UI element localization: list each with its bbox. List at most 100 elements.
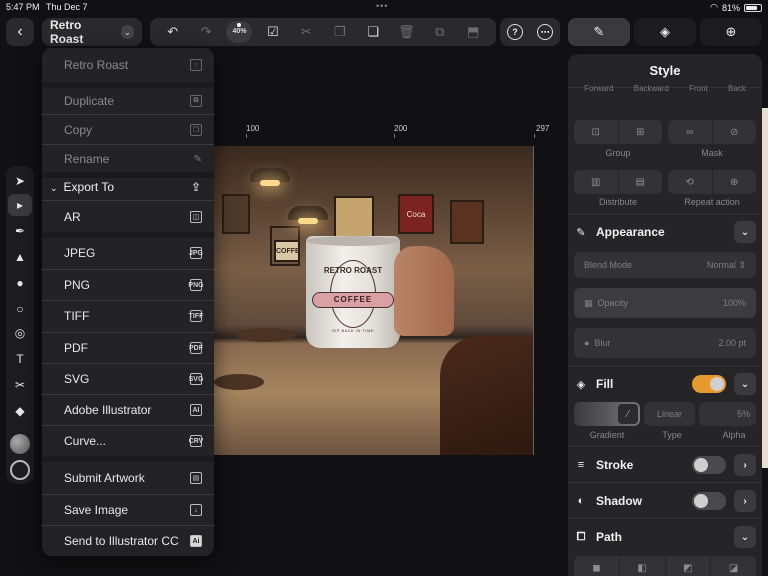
- path-union-icon[interactable]: ◼: [574, 556, 620, 576]
- chevron-down-icon[interactable]: ⌄: [734, 526, 756, 548]
- shadow-title: Shadow: [596, 494, 643, 508]
- blur-slider[interactable]: ● Blur 2.00 pt: [574, 328, 756, 358]
- menu-item-duplicate[interactable]: Duplicate ⧉: [42, 88, 214, 114]
- pen-icon[interactable]: ✒: [8, 220, 32, 242]
- copy-icon[interactable]: ❐: [327, 24, 353, 40]
- gradient-swatch[interactable]: ⁄: [574, 402, 640, 426]
- help-icon[interactable]: ?: [507, 24, 523, 40]
- export-format-curve[interactable]: Curve... CRV: [42, 428, 214, 454]
- fill-toggle[interactable]: [692, 375, 726, 393]
- distribute-vertical-icon[interactable]: ▥: [574, 170, 619, 194]
- document-title: Retro Roast: [50, 18, 84, 46]
- duplicate-icon[interactable]: ⧉: [427, 24, 453, 40]
- stroke-section[interactable]: ≡ Stroke ›: [574, 453, 756, 477]
- stroke-color-swatch[interactable]: [10, 460, 30, 480]
- lasso-icon[interactable]: ◎: [8, 322, 32, 344]
- add-tab[interactable]: ⊕: [700, 18, 762, 46]
- menu-export-header[interactable]: ⌄ Export To ⇪: [42, 174, 214, 200]
- back-button[interactable]: ‹: [6, 18, 34, 46]
- select-check-icon[interactable]: ☑: [260, 24, 286, 40]
- chevron-right-icon[interactable]: ›: [734, 454, 756, 476]
- document-menu-button[interactable]: Retro Roast ⌄: [42, 18, 142, 46]
- distribute-label: Distribute: [598, 197, 637, 207]
- path-exclude-icon[interactable]: ◪: [711, 556, 756, 576]
- menu-item-title[interactable]: Retro Roast ↑: [42, 50, 214, 80]
- menu-item-save-image[interactable]: Save Image ↓: [42, 497, 214, 523]
- plus-icon: ⊕: [725, 24, 737, 39]
- panel-divider: [568, 482, 762, 483]
- more-icon[interactable]: ⋯: [537, 24, 553, 40]
- fill-alpha-field[interactable]: 5%: [699, 402, 756, 426]
- export-format-illustrator[interactable]: Adobe Illustrator AI: [42, 397, 214, 423]
- group-icon[interactable]: ⊡: [574, 120, 619, 144]
- undo-icon[interactable]: ↶: [160, 24, 186, 40]
- export-format-jpeg[interactable]: JPEG JPG: [42, 240, 214, 266]
- appearance-section[interactable]: ✎ Appearance ⌄: [574, 220, 756, 244]
- style-tab[interactable]: ✎: [568, 18, 630, 46]
- opacity-slider[interactable]: ▦ Opacity 100%: [574, 288, 756, 318]
- artboard-canvas[interactable]: Coca Cola COFFE RETRO ROAST COFFEE SIP B…: [214, 146, 534, 455]
- top-toolbar: ‹ Retro Roast ⌄ ↶ ↷ 40% ☑ ✂ ❐ ❏ 🗑 ⧉ ⬒ ? …: [0, 14, 768, 50]
- ungroup-icon[interactable]: ⊞: [619, 120, 663, 144]
- multitasking-dots[interactable]: •••: [376, 1, 388, 11]
- fill-type-select[interactable]: Linear: [644, 402, 695, 426]
- export-format-ar[interactable]: AR ◫: [42, 204, 214, 230]
- shadow-section[interactable]: ◐ Shadow ›: [574, 489, 756, 513]
- menu-gap: [42, 456, 214, 462]
- fill-color-swatch[interactable]: [10, 434, 30, 454]
- menu-item-label: PNG: [64, 278, 91, 292]
- trash-icon[interactable]: 🗑: [393, 24, 419, 40]
- direct-select-icon[interactable]: ▸: [8, 194, 32, 216]
- menu-item-label: JPEG: [64, 246, 96, 260]
- path-intersect-icon[interactable]: ◩: [666, 556, 712, 576]
- path-subtract-icon[interactable]: ◧: [620, 556, 666, 576]
- brush-tool-icon[interactable]: ●: [8, 272, 32, 294]
- zoom-level[interactable]: 40%: [226, 21, 253, 43]
- pencil-tool-icon[interactable]: ▲: [8, 246, 32, 268]
- eraser-icon[interactable]: ◆: [8, 400, 32, 422]
- export-format-svg[interactable]: SVG SVG: [42, 366, 214, 392]
- redo-icon[interactable]: ↷: [193, 24, 219, 40]
- stroke-toggle[interactable]: [692, 456, 726, 474]
- distribute-horizontal-icon[interactable]: ▤: [619, 170, 663, 194]
- export-format-png[interactable]: PNG PNG: [42, 272, 214, 298]
- export-format-tiff[interactable]: TIFF TIFF: [42, 303, 214, 329]
- shape-circle-icon[interactable]: ○: [8, 298, 32, 320]
- scissors-tool-icon[interactable]: ✂: [8, 374, 32, 396]
- menu-separator: [42, 300, 214, 301]
- scissors-icon[interactable]: ✂: [293, 24, 319, 40]
- repeat-add-icon[interactable]: ⊕: [713, 170, 757, 194]
- wall-poster: [450, 200, 484, 244]
- menu-separator: [42, 114, 214, 115]
- blur-value: 2.00 pt: [718, 338, 746, 348]
- fill-section[interactable]: ◈ Fill ⌄: [574, 372, 756, 396]
- mask-icon[interactable]: ∞: [668, 120, 713, 144]
- chevron-down-icon[interactable]: ⌄: [734, 373, 756, 395]
- repeat-label: Repeat action: [684, 197, 740, 207]
- select-arrow-icon[interactable]: ➤: [8, 170, 32, 192]
- paste-icon[interactable]: ❏: [360, 24, 386, 40]
- repeat-icon[interactable]: ⟲: [668, 170, 713, 194]
- menu-item-submit-artwork[interactable]: Submit Artwork ▤: [42, 465, 214, 491]
- bookmark-icon[interactable]: ⬒: [460, 24, 486, 40]
- layers-tab[interactable]: ◈: [634, 18, 696, 46]
- text-icon[interactable]: T: [8, 348, 32, 370]
- toggle-knob: [694, 494, 708, 508]
- opacity-value: 100%: [722, 298, 746, 308]
- brush-icon: ✎: [593, 24, 605, 39]
- unmask-icon[interactable]: ⊘: [713, 120, 757, 144]
- shadow-toggle[interactable]: [692, 492, 726, 510]
- menu-item-copy[interactable]: Copy ❐: [42, 116, 214, 144]
- chevron-right-icon[interactable]: ›: [734, 490, 756, 512]
- ruler-tickline: [246, 134, 247, 138]
- blend-mode-select[interactable]: Blend Mode Normal ⇕: [574, 252, 756, 278]
- chevron-down-icon[interactable]: ⌄: [734, 221, 756, 243]
- eyedropper-icon[interactable]: ⁄: [618, 404, 638, 424]
- path-section[interactable]: ⧠ Path ⌄: [574, 525, 756, 549]
- menu-item-rename[interactable]: Rename ✎: [42, 146, 214, 172]
- menu-separator: [42, 494, 214, 495]
- menu-item-send-illustrator[interactable]: Send to Illustrator CC Ai: [42, 528, 214, 554]
- opacity-icon: ▦: [584, 297, 593, 308]
- export-format-pdf[interactable]: PDF PDF: [42, 335, 214, 361]
- layers-icon: ◈: [660, 24, 670, 39]
